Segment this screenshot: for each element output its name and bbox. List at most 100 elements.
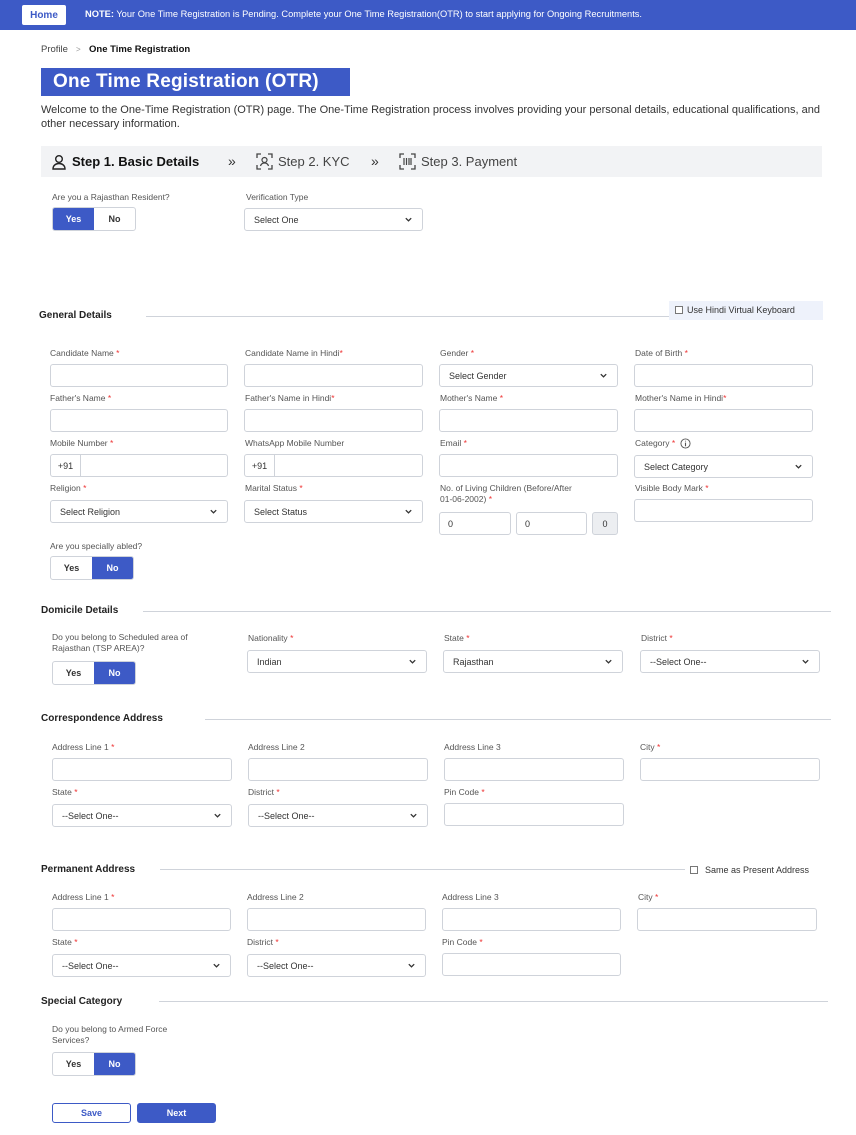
- children-total-field: 0: [592, 512, 618, 535]
- chevron-down-icon: [405, 509, 412, 514]
- gender-label: Gender *: [440, 348, 475, 358]
- chevron-down-icon: [408, 963, 415, 968]
- divider: [160, 869, 685, 870]
- step-label: Step 2. KYC: [278, 154, 350, 169]
- step-basic-details[interactable]: Step 1. Basic Details: [51, 146, 199, 177]
- candidate-name-label: Candidate Name *: [50, 348, 120, 358]
- perm-state-select[interactable]: --Select One--: [52, 954, 231, 977]
- domicile-state-select[interactable]: Rajasthan: [443, 650, 623, 673]
- perm-city-input[interactable]: [637, 908, 817, 931]
- resident-toggle[interactable]: Yes No: [52, 207, 136, 231]
- hindi-keyboard-checkbox[interactable]: Use Hindi Virtual Keyboard: [675, 304, 795, 316]
- corr-pin-input[interactable]: [444, 803, 624, 826]
- chevron-down-icon: [605, 659, 612, 664]
- candidate-name-hindi-label: Candidate Name in Hindi*: [245, 348, 343, 358]
- nationality-select[interactable]: Indian: [247, 650, 427, 673]
- gender-select[interactable]: Select Gender: [439, 364, 618, 387]
- mobile-input[interactable]: +91: [50, 454, 228, 477]
- chevron-down-icon: [214, 813, 221, 818]
- info-icon[interactable]: [680, 438, 691, 449]
- candidate-name-input[interactable]: [50, 364, 228, 387]
- children-before-input[interactable]: 0: [439, 512, 511, 535]
- corr-city-label: City *: [640, 742, 661, 752]
- notice-text: NOTE: Your One Time Registration is Pend…: [85, 9, 642, 19]
- country-code-prefix: +91: [51, 455, 81, 476]
- face-scan-icon: [256, 153, 273, 170]
- tsp-area-toggle[interactable]: Yes No: [52, 661, 136, 685]
- perm-address-line2-label: Address Line 2: [247, 892, 304, 902]
- corr-state-select[interactable]: --Select One--: [52, 804, 232, 827]
- select-value: Select Category: [644, 461, 709, 472]
- verification-type-select[interactable]: Select One: [244, 208, 423, 231]
- domicile-district-select[interactable]: --Select One--: [640, 650, 820, 673]
- specially-abled-yes-option[interactable]: Yes: [51, 557, 92, 579]
- same-as-present-checkbox[interactable]: Same as Present Address: [690, 864, 809, 876]
- children-after-input[interactable]: 0: [516, 512, 587, 535]
- perm-district-select[interactable]: --Select One--: [247, 954, 426, 977]
- notice-bar: Home NOTE: Your One Time Registration is…: [0, 0, 856, 30]
- armed-forces-toggle[interactable]: Yes No: [52, 1052, 136, 1076]
- armed-forces-no-option[interactable]: No: [94, 1053, 135, 1075]
- home-button[interactable]: Home: [22, 5, 66, 25]
- country-code-prefix: +91: [245, 455, 275, 476]
- father-name-hindi-input[interactable]: [244, 409, 423, 432]
- specially-abled-no-option[interactable]: No: [92, 557, 133, 579]
- marital-status-select[interactable]: Select Status: [244, 500, 423, 523]
- living-children-label: No. of Living Children (Before/After 01-0…: [440, 483, 572, 504]
- select-value: --Select One--: [650, 656, 707, 667]
- chevron-down-icon: [410, 813, 417, 818]
- corr-address-line1-label: Address Line 1 *: [52, 742, 115, 752]
- corr-address-line2-input[interactable]: [248, 758, 428, 781]
- tsp-no-option[interactable]: No: [94, 662, 135, 684]
- email-input[interactable]: [439, 454, 618, 477]
- perm-pin-label: Pin Code *: [442, 937, 483, 947]
- candidate-name-hindi-input[interactable]: [244, 364, 423, 387]
- corr-city-input[interactable]: [640, 758, 820, 781]
- specially-abled-toggle[interactable]: Yes No: [50, 556, 134, 580]
- notice-message: Your One Time Registration is Pending. C…: [113, 9, 643, 19]
- religion-select[interactable]: Select Religion: [50, 500, 228, 523]
- chevron-down-icon: [409, 659, 416, 664]
- perm-pin-input[interactable]: [442, 953, 621, 976]
- father-name-label: Father's Name *: [50, 393, 112, 403]
- select-value: --Select One--: [257, 960, 314, 971]
- mother-name-input[interactable]: [439, 409, 618, 432]
- domicile-details-heading: Domicile Details: [41, 605, 119, 616]
- select-value: --Select One--: [62, 810, 119, 821]
- domicile-district-label: District *: [641, 633, 673, 643]
- step-kyc[interactable]: Step 2. KYC: [256, 146, 350, 177]
- verification-type-label: Verification Type: [246, 192, 309, 202]
- corr-address-line3-input[interactable]: [444, 758, 624, 781]
- religion-label: Religion *: [50, 483, 87, 493]
- marital-status-label: Marital Status *: [245, 483, 303, 493]
- whatsapp-input[interactable]: +91: [244, 454, 423, 477]
- select-value: --Select One--: [62, 960, 119, 971]
- breadcrumb-profile[interactable]: Profile: [41, 44, 68, 55]
- chevron-down-icon: [210, 509, 217, 514]
- father-name-input[interactable]: [50, 409, 228, 432]
- step-chevron-icon: »: [371, 153, 379, 169]
- perm-address-line1-input[interactable]: [52, 908, 231, 931]
- same-as-present-label: Same as Present Address: [705, 865, 810, 875]
- corr-address-line1-input[interactable]: [52, 758, 232, 781]
- dob-input[interactable]: [634, 364, 813, 387]
- checkbox-icon: [690, 866, 698, 874]
- mother-name-hindi-input[interactable]: [634, 409, 813, 432]
- resident-yes-option[interactable]: Yes: [53, 208, 94, 230]
- perm-address-line2-input[interactable]: [247, 908, 426, 931]
- resident-no-option[interactable]: No: [94, 208, 135, 230]
- select-value: --Select One--: [258, 810, 315, 821]
- category-select[interactable]: Select Category: [634, 455, 813, 478]
- step-payment[interactable]: Step 3. Payment: [399, 146, 517, 177]
- next-button[interactable]: Next: [137, 1103, 216, 1123]
- body-mark-input[interactable]: [634, 499, 813, 522]
- chevron-down-icon: [213, 963, 220, 968]
- save-button[interactable]: Save: [52, 1103, 131, 1123]
- whatsapp-label: WhatsApp Mobile Number: [245, 438, 345, 448]
- tsp-yes-option[interactable]: Yes: [53, 662, 94, 684]
- perm-state-label: State *: [52, 937, 78, 947]
- perm-address-line3-input[interactable]: [442, 908, 621, 931]
- corr-district-select[interactable]: --Select One--: [248, 804, 428, 827]
- checkbox-icon: [675, 306, 683, 314]
- armed-forces-yes-option[interactable]: Yes: [53, 1053, 94, 1075]
